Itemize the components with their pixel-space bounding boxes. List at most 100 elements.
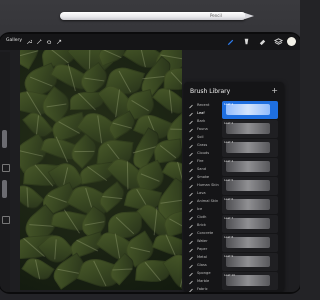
brush-category-label: Lava [197,191,206,195]
brush-category-icon [189,128,193,133]
brush-category-icon [189,192,193,197]
brush-library-title: Brush Library [190,88,231,95]
brush-category[interactable]: Paper [188,246,220,254]
top-toolbar: Gallery [0,34,300,50]
brush-item[interactable]: Leaf 10 [222,272,278,290]
brush-category-icon [189,232,193,237]
brush-category-icon [189,216,193,221]
brush-category[interactable]: Bark [188,118,220,126]
brush-category-label: Animal Skin [197,199,219,203]
brush-category[interactable]: Fauna [188,126,220,134]
brush-item-label: Leaf 10 [224,273,236,277]
opacity-slider[interactable] [2,180,7,198]
procreate-screen: Gallery Brush Library + Recent Leaf Bark… [0,34,300,292]
brush-category-icon [189,160,193,165]
brush-category[interactable]: Metal [188,254,220,262]
brush-category-label: Water [197,239,208,243]
brush-category[interactable]: Sponge [188,270,220,278]
brush-category[interactable]: Fire [188,158,220,166]
brush-category-icon [189,240,193,245]
brush-category[interactable]: Smoke [188,174,220,182]
brush-category[interactable]: Lava [188,190,220,198]
brush-category[interactable]: Marble [188,278,220,286]
apple-pencil: Pencil [60,12,254,20]
brush-category-icon [189,208,193,213]
brush-categories: Recent Leaf Bark Fauna Soil Grass Clouds Fire Sa… [184,102,220,292]
gallery-button[interactable]: Gallery [6,38,22,43]
brush-item[interactable]: Leaf 8 [222,234,278,252]
magic-wand-icon[interactable] [36,39,42,45]
brush-category-label: Glass [197,263,207,267]
ipad-device: Gallery Brush Library + Recent Leaf Bark… [0,34,300,292]
brush-category-icon [189,248,193,253]
brush-item[interactable]: Leaf 5 [222,177,278,195]
brush-category-label: Smoke [197,175,210,179]
brush-category-label: Marble [197,279,210,283]
brush-item[interactable]: Leaf 6 [222,196,278,214]
brush-category-label: Sand [197,167,207,171]
leaf-canvas[interactable] [20,50,182,290]
brush-category[interactable]: Concrete [188,230,220,238]
brush-category[interactable]: Fabric [188,286,220,292]
brush-item-label: Leaf 5 [224,178,234,182]
brush-category[interactable]: Clouds [188,150,220,158]
brush-category-label: Grass [197,143,208,147]
brush-category-label: Fauna [197,127,208,131]
brush-item-label: Leaf 3 [224,140,234,144]
brush-item[interactable]: Leaf 7 [222,215,278,233]
leaf-shape [163,67,182,91]
brush-category[interactable]: Cloth [188,214,220,222]
brush-category-label: Sponge [197,271,211,275]
brush-size-slider[interactable] [2,130,7,148]
left-sidebar [0,52,10,292]
brush-category-label: Human Skin [197,183,219,187]
brush-category-label: Fire [197,159,204,163]
smudge-icon[interactable] [242,37,251,46]
brush-category-label: Leaf [197,111,205,115]
brush-item[interactable]: Leaf 3 [222,139,278,157]
brush-item-label: Leaf 7 [224,216,234,220]
selection-icon[interactable] [46,39,52,45]
color-swatch[interactable] [287,37,296,46]
modify-button[interactable] [2,164,10,172]
brush-category[interactable]: Recent [188,102,220,110]
brush-category[interactable]: Brick [188,222,220,230]
brush-category[interactable]: Water [188,238,220,246]
undo-button[interactable] [2,216,10,224]
brush-item-label: Leaf 6 [224,197,234,201]
brush-category-label: Soil [197,135,204,139]
brush-category[interactable]: Human Skin [188,182,220,190]
brush-category[interactable]: Grass [188,142,220,150]
brush-icon[interactable] [226,37,235,46]
brush-category[interactable]: Soil [188,134,220,142]
brush-category[interactable]: Glass [188,262,220,270]
brush-category-label: Concrete [197,231,214,235]
wrench-icon[interactable] [26,39,32,45]
brush-category-label: Metal [197,255,207,259]
brush-category-icon [189,136,193,141]
brush-item[interactable]: Leaf 4 [222,158,278,176]
brush-category-label: Clouds [197,151,210,155]
brush-category[interactable]: Sand [188,166,220,174]
brush-category-icon [189,152,193,157]
brush-item[interactable]: Leaf 9 [222,253,278,271]
brush-category-icon [189,120,193,125]
brush-category-icon [189,256,193,261]
eraser-icon[interactable] [258,37,267,46]
brush-item[interactable]: Leaf 2 [222,120,278,138]
brush-category-icon [189,288,193,292]
brush-category[interactable]: Animal Skin [188,198,220,206]
brush-category-icon [189,112,193,117]
brush-item[interactable]: Leaf 1 [222,101,278,119]
brush-category-label: Paper [197,247,208,251]
brush-category[interactable]: Leaf [188,110,220,118]
brush-item-label: Leaf 8 [224,235,234,239]
transform-arrow-icon[interactable] [56,39,62,45]
brush-item-label: Leaf 1 [224,102,234,106]
brush-item-label: Leaf 9 [224,254,234,258]
brush-category-icon [189,280,193,285]
brush-item-label: Leaf 2 [224,121,234,125]
brush-category[interactable]: Ice [188,206,220,214]
layers-icon[interactable] [274,37,283,46]
add-brush-button[interactable]: + [271,86,278,95]
